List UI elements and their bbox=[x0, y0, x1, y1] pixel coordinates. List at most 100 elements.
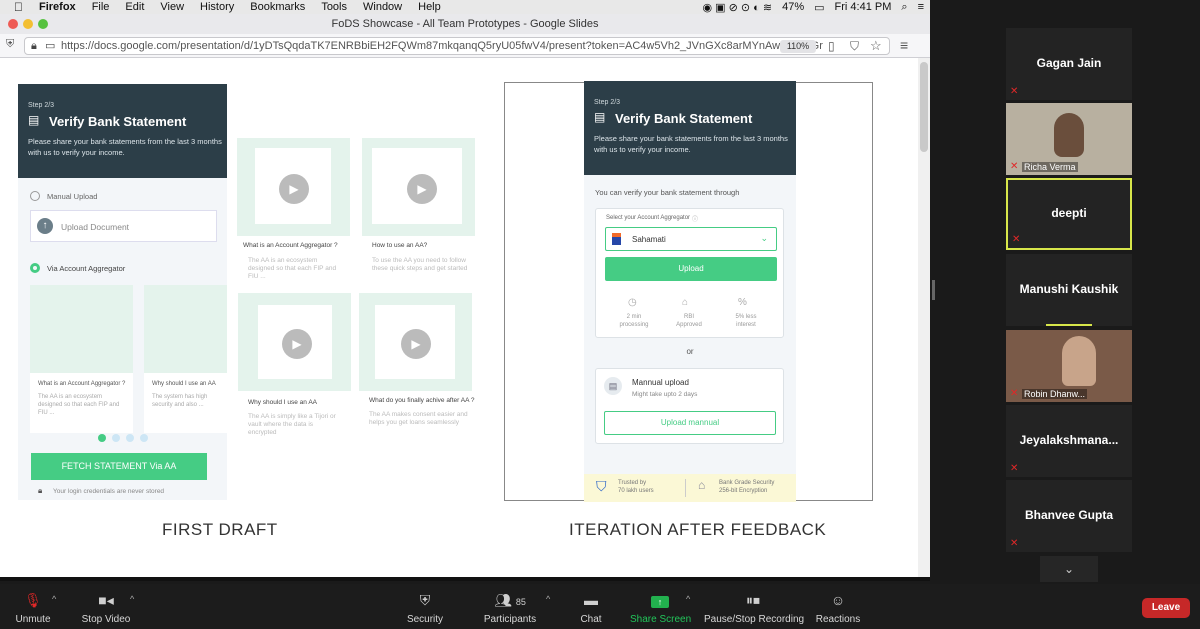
via-aa-radio[interactable] bbox=[30, 263, 40, 273]
gallery-question: Why should I use an AA bbox=[248, 399, 318, 406]
feature-processing: 2 min processing bbox=[608, 313, 660, 329]
minimize-window-icon[interactable] bbox=[23, 19, 33, 29]
menu-view[interactable]: View bbox=[160, 1, 184, 13]
scrollbar-thumb[interactable] bbox=[920, 62, 928, 152]
iteration-step: Step 2/3 bbox=[594, 99, 621, 106]
manual-upload-title: Mannual upload bbox=[632, 378, 689, 387]
security-label: Security bbox=[406, 614, 444, 625]
url-text[interactable]: https://docs.google.com/presentation/d/1… bbox=[61, 40, 823, 52]
aa-card-question: What is an Account Aggregator ? bbox=[38, 381, 126, 387]
address-bar[interactable]: 🔒︎ ▭ https://docs.google.com/presentatio… bbox=[24, 37, 890, 55]
gallery-next-page-chevron-icon[interactable]: ⌄ bbox=[1040, 556, 1098, 582]
participant-video-person bbox=[1054, 113, 1084, 157]
menu-bookmarks[interactable]: Bookmarks bbox=[250, 1, 305, 13]
menu-tools[interactable]: Tools bbox=[321, 1, 347, 13]
menu-file[interactable]: File bbox=[92, 1, 110, 13]
reactions-label: Reactions bbox=[815, 614, 861, 625]
participant-tile[interactable]: Jeyalakshmana... ✕ bbox=[1006, 405, 1132, 477]
menu-window[interactable]: Window bbox=[363, 1, 402, 13]
status-icons[interactable]: ◉ ▣ ⊘ ⊙ ◐ ≋ bbox=[703, 1, 773, 14]
manual-upload-card: ▤ Mannual upload Might take upto 2 days … bbox=[595, 368, 784, 444]
play-icon[interactable]: ▶ bbox=[401, 329, 431, 359]
upload-button[interactable]: Upload bbox=[605, 257, 777, 281]
fetch-statement-button[interactable]: FETCH STATEMENT Via AA bbox=[31, 453, 207, 480]
mic-muted-icon: ✕ bbox=[1010, 388, 1019, 399]
bookmark-star-icon[interactable]: ☆ bbox=[870, 38, 882, 54]
share-screen-button[interactable]: ↑ Share Screen bbox=[630, 584, 691, 629]
participant-tile-video[interactable]: ✕ Robin Dhanw... bbox=[1006, 330, 1132, 402]
carousel-dot[interactable] bbox=[126, 434, 134, 442]
mic-muted-icon: ✕ bbox=[1012, 234, 1021, 245]
security-shield-icon: ⛨ bbox=[419, 592, 431, 608]
chat-button[interactable]: ▬ Chat bbox=[572, 584, 610, 629]
pocket-icon[interactable]: ⛉ bbox=[850, 39, 859, 54]
aa-card[interactable]: Why should I use an AA The system has hi… bbox=[144, 373, 227, 433]
hamburger-menu-icon[interactable]: ≡ bbox=[900, 37, 908, 53]
share-options-caret-icon[interactable]: ^ bbox=[686, 594, 690, 604]
gallery-question: What is an Account Aggregator ? bbox=[243, 242, 338, 249]
participant-tile-video[interactable]: ✕ Richa Verma bbox=[1006, 103, 1132, 175]
reader-view-icon[interactable]: ▯ bbox=[828, 39, 835, 53]
spotlight-icon[interactable]: ⌕ bbox=[901, 1, 907, 14]
menu-edit[interactable]: Edit bbox=[125, 1, 144, 13]
carousel-dot[interactable] bbox=[140, 434, 148, 442]
share-screen-icon: ↑ bbox=[630, 584, 690, 608]
iteration-mockup: Step 2/3 ▤ Verify Bank Statement Please … bbox=[584, 81, 796, 502]
close-window-icon[interactable] bbox=[8, 19, 18, 29]
menu-history[interactable]: History bbox=[200, 1, 234, 13]
document-icon: ▤ bbox=[604, 377, 622, 395]
audio-options-caret-icon[interactable]: ^ bbox=[52, 594, 56, 604]
reactions-button[interactable]: ☺ Reactions bbox=[814, 584, 862, 629]
play-icon[interactable]: ▶ bbox=[282, 329, 312, 359]
participant-tile-active-speaker[interactable]: deepti ✕ bbox=[1006, 178, 1132, 250]
pause-stop-recording-button[interactable]: ⏸︎⏹︎ Pause/Stop Recording bbox=[704, 584, 804, 629]
lock-icon: 🔒︎ bbox=[38, 486, 43, 495]
iteration-title: Verify Bank Statement bbox=[615, 111, 753, 126]
chevron-down-icon: ⌄ bbox=[760, 233, 768, 243]
security-button[interactable]: ⛨ Security bbox=[402, 584, 448, 629]
participant-gallery: Gagan Jain ✕ ✕ Richa Verma deepti ✕ Manu… bbox=[930, 0, 1200, 584]
manual-upload-radio[interactable] bbox=[30, 191, 40, 201]
control-center-icon[interactable]: ≡ bbox=[918, 1, 924, 13]
participant-name: Robin Dhanw... bbox=[1022, 389, 1088, 399]
speaking-indicator bbox=[1046, 324, 1092, 326]
participant-tile[interactable]: Manushi Kaushik bbox=[1006, 254, 1132, 326]
shield-icon[interactable]: ⛨ bbox=[6, 38, 14, 51]
play-icon[interactable]: ▶ bbox=[407, 174, 437, 204]
lock-icon[interactable]: 🔒︎ bbox=[31, 38, 37, 54]
clock[interactable]: Fri 4:41 PM bbox=[835, 1, 892, 13]
unmute-button[interactable]: 🎙︎ Unmute bbox=[8, 584, 58, 629]
clock-icon: ◷ bbox=[628, 297, 637, 308]
video-options-caret-icon[interactable]: ^ bbox=[130, 594, 134, 604]
aggregator-select[interactable]: Sahamati ⌄ bbox=[605, 227, 777, 251]
zoom-level[interactable]: 110% bbox=[780, 40, 816, 53]
carousel-dot[interactable] bbox=[112, 434, 120, 442]
play-icon[interactable]: ▶ bbox=[279, 174, 309, 204]
carousel-dot-active[interactable] bbox=[98, 434, 106, 442]
trust-divider bbox=[685, 479, 686, 497]
menu-help[interactable]: Help bbox=[418, 1, 441, 13]
upload-document-field[interactable]: ↑ Upload Document bbox=[30, 210, 217, 242]
zoom-window-icon[interactable] bbox=[38, 19, 48, 29]
participant-tile[interactable]: Gagan Jain ✕ bbox=[1006, 28, 1132, 100]
gallery-resize-handle[interactable] bbox=[932, 280, 935, 300]
chat-label: Chat bbox=[580, 614, 602, 625]
leave-button[interactable]: Leave bbox=[1142, 598, 1190, 618]
upload-manual-button[interactable]: Upload mannual bbox=[604, 411, 776, 435]
participant-tile[interactable]: Bhanvee Gupta ✕ bbox=[1006, 480, 1132, 552]
slide-scrollbar[interactable] bbox=[918, 58, 930, 577]
stop-video-button[interactable]: ■◂ Stop Video bbox=[78, 584, 134, 629]
aa-card[interactable]: What is an Account Aggregator ? The AA i… bbox=[30, 373, 133, 433]
apple-menu-icon[interactable]:  bbox=[14, 0, 23, 14]
menu-app-name[interactable]: Firefox bbox=[39, 1, 76, 13]
participants-caret-icon[interactable]: ^ bbox=[546, 594, 550, 604]
via-aa-label: Via Account Aggregator bbox=[47, 264, 126, 273]
info-icon[interactable]: ⓘ bbox=[692, 214, 698, 223]
participants-button[interactable]: 👥︎ 85 Participants bbox=[480, 584, 540, 629]
participants-label: Participants bbox=[483, 614, 537, 625]
draft-header: Step 2/3 ▤ Verify Bank Statement Please … bbox=[18, 84, 227, 178]
battery-percent[interactable]: 47% bbox=[782, 1, 804, 13]
aa-illustration: ▶ bbox=[362, 138, 475, 236]
screen-border bbox=[0, 577, 930, 581]
permissions-icon[interactable]: ▭ bbox=[45, 38, 55, 54]
